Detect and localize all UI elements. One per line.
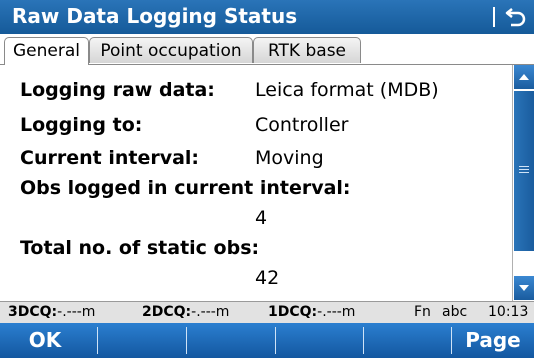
dcq3-label: 3DCQ:: [8, 304, 58, 320]
dcq3-value: -.---m: [57, 304, 96, 320]
dcq1-value: -.---m: [317, 304, 356, 320]
title-bar: Raw Data Logging Status: [0, 0, 534, 34]
current-interval-label: Current interval:: [20, 147, 200, 169]
logging-raw-data-value: Leica format (MDB): [255, 79, 439, 101]
softkey-f3-button[interactable]: [187, 323, 275, 358]
logging-to-value: Controller: [255, 114, 349, 136]
softkey-f5-button[interactable]: [364, 323, 451, 358]
dcq1-label: 1DCQ:: [268, 304, 318, 320]
grip-line: [519, 166, 529, 167]
dcq1-indicator: 1DCQ:-.---m: [268, 302, 355, 322]
back-icon[interactable]: [504, 5, 528, 29]
dcq2-indicator: 2DCQ:-.---m: [142, 302, 229, 322]
dcq2-label: 2DCQ:: [142, 304, 192, 320]
grip-line: [519, 172, 529, 173]
scroll-up-icon: [519, 74, 529, 80]
page-button[interactable]: Page: [452, 323, 534, 358]
general-panel: Logging raw data: Leica format (MDB) Log…: [0, 65, 512, 301]
fn-indicator: Fn: [414, 304, 431, 320]
softkey-f4-button[interactable]: [276, 323, 363, 358]
scroll-up-button[interactable]: [514, 65, 534, 89]
softkey-bar: OK Page: [0, 323, 534, 358]
vertical-scrollbar[interactable]: [512, 65, 534, 301]
obs-logged-label: Obs logged in current interval:: [20, 177, 351, 199]
tab-bar: General Point occupation RTK base: [0, 34, 534, 65]
ok-button[interactable]: OK: [0, 323, 90, 358]
scroll-down-icon: [519, 285, 529, 291]
dcq3-indicator: 3DCQ:-.---m: [8, 302, 95, 322]
window-title: Raw Data Logging Status: [12, 4, 298, 28]
current-interval-value: Moving: [255, 147, 324, 169]
total-static-obs-label: Total no. of static obs:: [20, 237, 260, 259]
logging-raw-data-label: Logging raw data:: [20, 79, 215, 101]
tab-point-occupation[interactable]: Point occupation: [89, 37, 253, 63]
total-static-obs-value: 42: [255, 267, 280, 289]
clock: 10:13: [488, 304, 529, 320]
tab-rtk-base[interactable]: RTK base: [253, 37, 361, 63]
tab-general[interactable]: General: [4, 37, 89, 65]
obs-logged-value: 4: [255, 207, 268, 229]
grip-line: [519, 169, 529, 170]
softkey-f2-button[interactable]: [98, 323, 186, 358]
title-separator: [493, 7, 495, 27]
scroll-down-button[interactable]: [514, 276, 534, 300]
logging-to-label: Logging to:: [20, 114, 143, 136]
input-mode-indicator: abc: [442, 304, 468, 320]
status-bar: 3DCQ:-.---m 2DCQ:-.---m 1DCQ:-.---m Fn a…: [0, 301, 534, 323]
scroll-thumb[interactable]: [514, 91, 534, 251]
dcq2-value: -.---m: [191, 304, 230, 320]
